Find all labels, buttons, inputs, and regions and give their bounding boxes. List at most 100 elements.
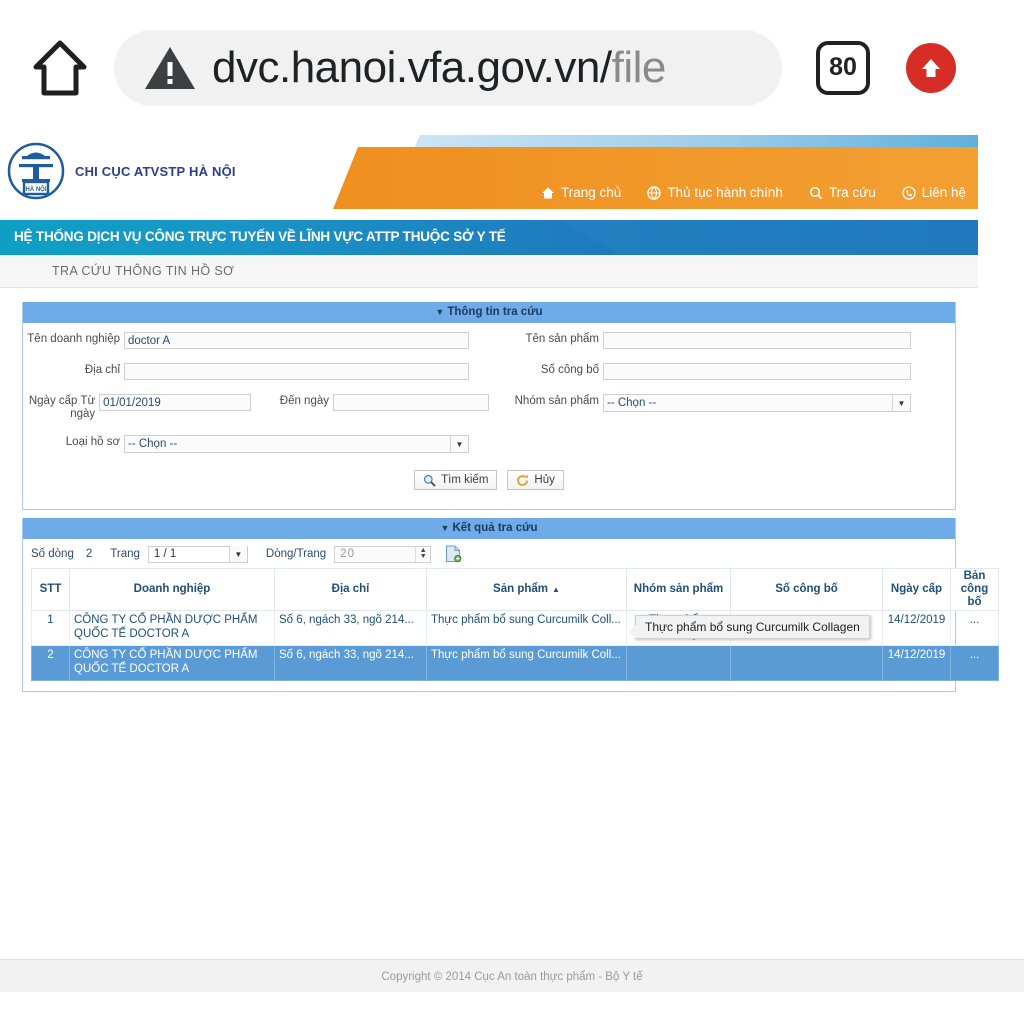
col-doanh-nghiep[interactable]: Doanh nghiệp: [69, 568, 275, 611]
cell-doanh-nghiep: CÔNG TY CỔ PHẦN DƯỢC PHẨM QUỐC TẾ DOCTOR…: [69, 645, 275, 681]
form-row-3: Ngày cấp Từ ngày Đến ngày Nhóm sản phẩm …: [23, 394, 955, 421]
col-so-cong-bo[interactable]: Số công bố: [730, 568, 883, 611]
nav-label: Tra cứu: [828, 185, 876, 200]
svg-text:HÀ NỘI: HÀ NỘI: [26, 185, 47, 193]
nav-label: Liên hệ: [921, 185, 966, 200]
nav-item-tra-cuu[interactable]: Tra cứu: [809, 185, 876, 200]
results-panel-title: Kết quả tra cứu: [452, 522, 538, 534]
cell-dia-chi: Số 6, ngách 33, ngõ 214...: [274, 645, 427, 681]
page-label: Trang: [110, 548, 140, 560]
phone-icon: [902, 185, 916, 200]
sort-ascending-icon: ▲: [552, 585, 560, 594]
tab-count-label: 80: [829, 53, 857, 81]
col-san-pham-label: Sản phẩm: [493, 583, 549, 595]
cell-ban-cong-bo[interactable]: ...: [950, 610, 999, 646]
per-page-label: Dòng/Trang: [265, 548, 327, 560]
main-nav: Trang chủ Thủ tục hành chính Tra cứu Liê…: [541, 185, 966, 200]
results-panel-header[interactable]: ▼ Kết quả tra cứu: [23, 518, 955, 539]
page-select-value: 1 / 1: [153, 548, 177, 560]
cell-san-pham: Thực phẩm bổ sung Curcumilk Coll...: [426, 610, 627, 646]
form-row-4: Loại hồ sơ -- Chọn -- ▼: [23, 435, 955, 453]
content-area: ▼Thông tin tra cứu Tên doanh nghiệp Tên …: [0, 288, 999, 692]
search-icon: [424, 474, 436, 487]
search-icon: [809, 186, 823, 200]
cell-so-cong-bo: [730, 645, 883, 681]
per-page-stepper[interactable]: 20 ▲ ▼: [334, 545, 432, 563]
results-table-wrap: STT Doanh nghiệp Địa chỉ Sản phẩm ▲ Nhóm …: [23, 568, 999, 691]
per-page-value: 20: [340, 548, 355, 560]
globe-icon: [647, 185, 662, 200]
input-ten-san-pham[interactable]: [603, 332, 911, 349]
site-banner: HỆ THỐNG DỊCH VỤ CÔNG TRỰC TUYẾN VỀ LĨNH…: [0, 220, 978, 255]
url-text: dvc.hanoi.vfa.gov.vn/file: [212, 42, 666, 92]
input-dia-chi[interactable]: [124, 363, 469, 380]
table-row[interactable]: 2 CÔNG TY CỔ PHẦN DƯỢC PHẨM QUỐC TẾ DOCT…: [31, 645, 999, 681]
nav-item-lien-he[interactable]: Liên hệ: [902, 185, 966, 200]
banner-title: HỆ THỐNG DỊCH VỤ CÔNG TRỰC TUYẾN VỀ LĨNH…: [14, 229, 506, 244]
results-panel: ▼ Kết quả tra cứu Số dòng 2 Trang 1 / 1 ▼…: [22, 518, 999, 692]
nav-item-trang-chu[interactable]: Trang chủ: [541, 185, 621, 200]
url-bar[interactable]: dvc.hanoi.vfa.gov.vn/file: [114, 29, 782, 106]
col-san-pham[interactable]: Sản phẩm ▲: [426, 568, 627, 611]
breadcrumb: TRA CỨU THÔNG TIN HỒ SƠ: [0, 255, 978, 288]
cell-stt: 1: [31, 610, 70, 646]
refresh-icon: [517, 474, 529, 486]
select-loai-ho-so[interactable]: -- Chọn -- ▼: [124, 435, 469, 453]
col-ngay-cap[interactable]: Ngày cấp: [882, 568, 951, 611]
select-nhom-san-pham-value: -- Chọn --: [607, 397, 657, 409]
rows-count: 2: [85, 548, 93, 560]
search-panel-title: Thông tin tra cứu: [447, 306, 543, 318]
site-logo[interactable]: HÀ NỘI CHI CỤC ATVSTP HÀ NỘI: [6, 141, 236, 201]
input-ten-doanh-nghiep[interactable]: [124, 332, 469, 349]
table-header-row: STT Doanh nghiệp Địa chỉ Sản phẩm ▲ Nhóm …: [31, 568, 999, 611]
browser-toolbar: dvc.hanoi.vfa.gov.vn/file 80: [0, 0, 1024, 135]
stepper-arrows-icon[interactable]: ▲ ▼: [415, 546, 430, 562]
collapse-caret-icon: ▼: [435, 307, 445, 317]
form-actions: Tìm kiếm Hủy: [23, 465, 955, 500]
cell-san-pham[interactable]: Thực phẩm bổ sung Curcumilk Coll...: [426, 645, 627, 681]
chevron-down-icon: ▼: [228, 546, 247, 562]
cell-dia-chi: Số 6, ngách 33, ngõ 214...: [274, 610, 427, 646]
label-den-ngay: Đến ngày: [279, 395, 329, 407]
col-dia-chi[interactable]: Địa chỉ: [274, 568, 427, 611]
browser-home-button[interactable]: [24, 32, 96, 104]
warning-triangle-icon: [144, 45, 196, 91]
rows-label: Số dòng: [31, 548, 74, 560]
chevron-down-icon: ▼: [450, 436, 468, 452]
input-so-cong-bo[interactable]: [603, 363, 911, 380]
label-ngay-cap-tu-ngay: Ngày cấp Từ ngày: [28, 395, 96, 420]
hanoi-emblem-icon: HÀ NỘI: [7, 142, 65, 200]
search-button[interactable]: Tìm kiếm: [414, 470, 498, 490]
cancel-button-label: Hủy: [534, 474, 555, 486]
chevron-down-icon: ▼: [892, 395, 910, 411]
select-nhom-san-pham[interactable]: -- Chọn -- ▼: [603, 394, 911, 412]
label-dia-chi: Địa chỉ: [84, 364, 120, 376]
search-button-label: Tìm kiếm: [441, 474, 489, 486]
pagination-bar: Số dòng 2 Trang 1 / 1 ▼ Dòng/Trang 20 ▲ ▼: [23, 539, 955, 568]
cancel-button[interactable]: Hủy: [507, 470, 564, 490]
col-nhom-san-pham[interactable]: Nhóm sản phẩm: [626, 568, 731, 611]
collapse-caret-icon: ▼: [440, 523, 450, 533]
export-excel-icon: [446, 545, 462, 563]
input-den-ngay[interactable]: [333, 394, 489, 411]
page-bottom-fill: [0, 992, 1024, 1024]
label-loai-ho-so: Loại hồ sơ: [65, 436, 120, 448]
cell-ngay-cap: 14/12/2019: [882, 610, 951, 646]
input-ngay-cap-tu-ngay[interactable]: [99, 394, 252, 411]
cell-ban-cong-bo[interactable]: ...: [950, 645, 999, 681]
col-ban-cong-bo[interactable]: Bản công bố: [950, 568, 999, 611]
col-stt[interactable]: STT: [31, 568, 70, 611]
search-panel-header[interactable]: ▼ Thông tin tra cứu: [23, 302, 955, 323]
upload-arrow-icon: [922, 58, 940, 77]
page-select[interactable]: 1 / 1 ▼: [147, 545, 248, 563]
label-nhom-san-pham: Nhóm sản phẩm: [514, 395, 599, 407]
nav-item-thu-tuc-hanh-chinh[interactable]: Thủ tục hành chính: [647, 185, 783, 200]
search-panel: ▼Thông tin tra cứu Tên doanh nghiệp Tên …: [22, 302, 956, 510]
export-excel-button[interactable]: [445, 545, 462, 563]
tab-count-button[interactable]: 80: [816, 40, 870, 95]
label-ten-doanh-nghiep: Tên doanh nghiệp: [27, 333, 120, 345]
nav-label: Thủ tục hành chính: [667, 185, 783, 200]
upload-button[interactable]: [906, 42, 956, 93]
form-row-1: Tên doanh nghiệp Tên sản phẩm: [23, 332, 955, 349]
home-icon: [33, 40, 87, 95]
